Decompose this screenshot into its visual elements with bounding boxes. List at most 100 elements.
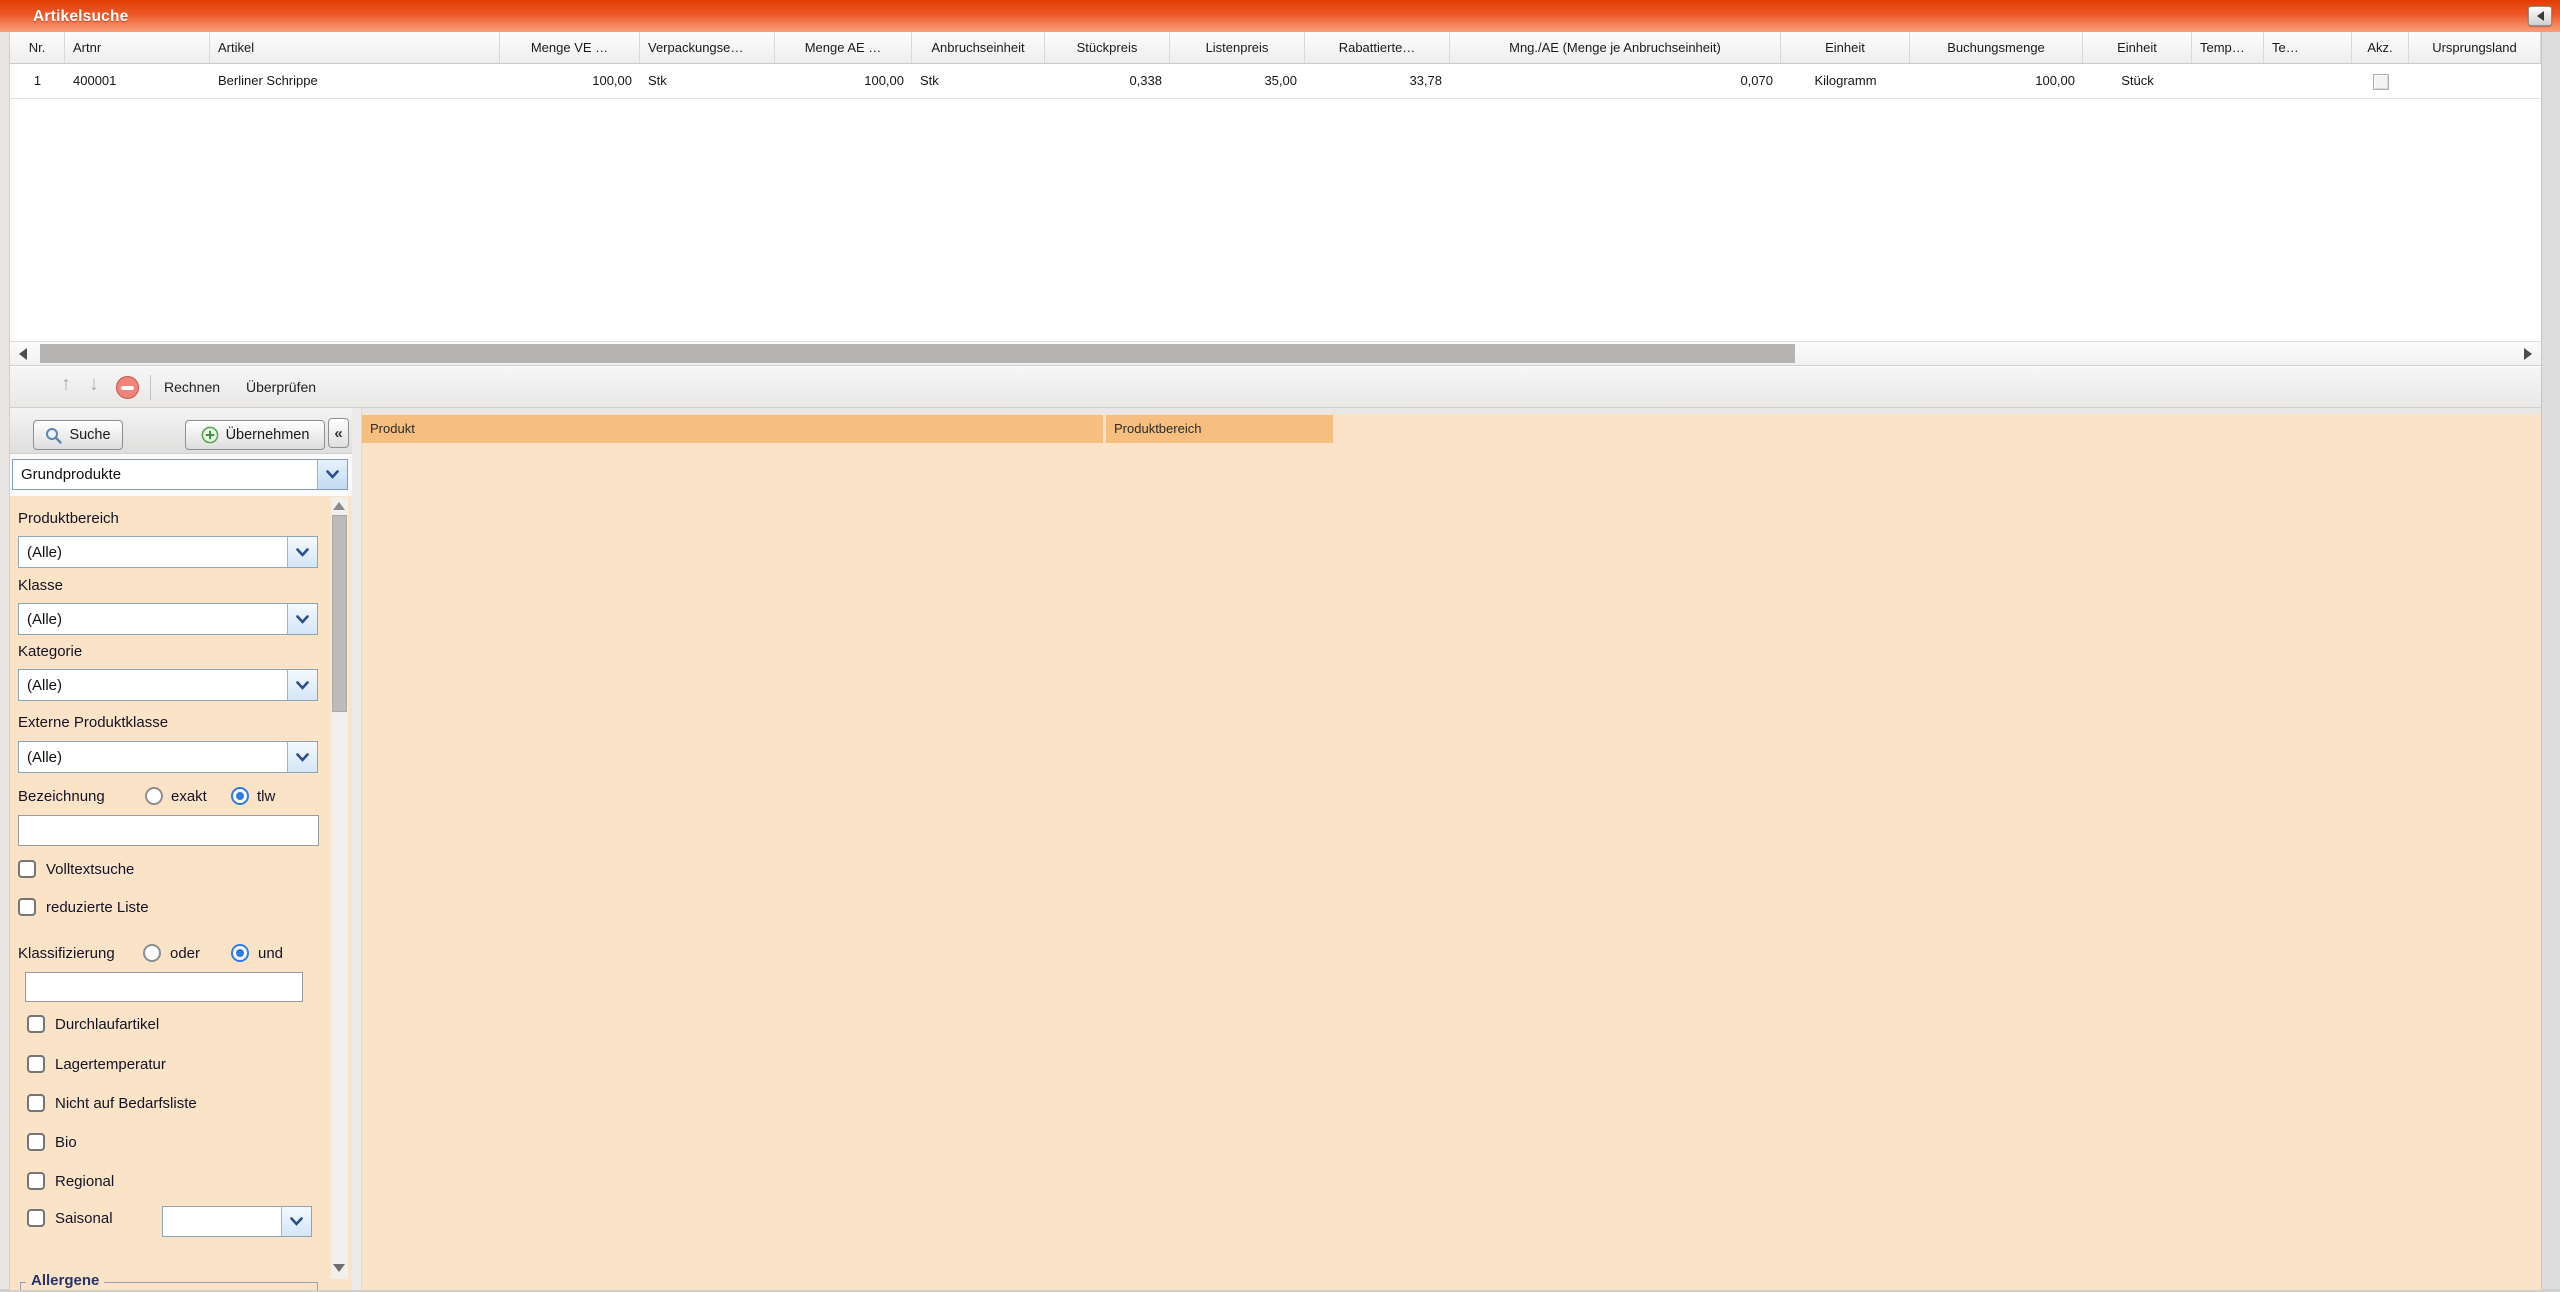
collapse-panel-button[interactable]: « <box>328 418 349 448</box>
window-title: Artikelsuche <box>33 8 128 26</box>
volltextsuche-checkbox[interactable] <box>18 860 36 878</box>
dropdown-button[interactable] <box>287 742 317 772</box>
column-header-artnr[interactable]: Artnr <box>65 32 210 63</box>
column-header-listenpreis[interactable]: Listenpreis <box>1170 32 1305 63</box>
saisonal-checkbox[interactable] <box>27 1209 45 1227</box>
saisonal-select[interactable] <box>162 1206 312 1237</box>
plus-circle-icon <box>201 426 219 444</box>
column-header-rabattierte[interactable]: Rabattierte… <box>1305 32 1450 63</box>
column-header-artikel[interactable]: Artikel <box>210 32 500 63</box>
akz-checkbox[interactable] <box>2373 74 2389 90</box>
column-header-mng-ae[interactable]: Mng./AE (Menge je Anbruchseinheit) <box>1450 32 1781 63</box>
results-top-strip <box>362 408 2541 414</box>
dropdown-button[interactable] <box>317 460 347 489</box>
scroll-down-icon <box>333 1264 345 1272</box>
left-triangle-icon <box>2537 11 2544 21</box>
column-header-anbruchseinheit[interactable]: Anbruchseinheit <box>912 32 1045 63</box>
search-scope-row: Grundprodukte <box>10 454 352 496</box>
column-header-verpackungseinheit[interactable]: Verpackungse… <box>640 32 775 63</box>
cell-akz <box>2352 64 2409 98</box>
column-header-temp[interactable]: Temp… <box>2192 32 2264 63</box>
arrow-up-icon: ↑ <box>61 373 71 395</box>
artikelsuche-window: Artikelsuche Nr.ArtnrArtikelMenge VE …Ve… <box>0 0 2560 1292</box>
chevron-down-icon <box>296 548 309 557</box>
column-header-menge-ve[interactable]: Menge VE … <box>500 32 640 63</box>
move-up-button[interactable]: ↑ <box>54 373 78 396</box>
radio-oder[interactable] <box>143 944 161 962</box>
column-header-menge-ae[interactable]: Menge AE … <box>775 32 912 63</box>
regional-checkbox[interactable] <box>27 1172 45 1190</box>
cell-einheit-1: Kilogramm <box>1781 64 1910 98</box>
klasse-select[interactable]: (Alle) <box>18 603 318 635</box>
scroll-left-button[interactable] <box>12 342 34 365</box>
dropdown-button[interactable] <box>281 1207 311 1236</box>
column-header-einheit-2[interactable]: Einheit <box>2083 32 2192 63</box>
cell-menge-ae: 100,00 <box>775 64 912 98</box>
cell-einheit-2: Stück <box>2083 64 2192 98</box>
kategorie-select[interactable]: (Alle) <box>18 669 318 701</box>
suche-button-label: Suche <box>69 427 110 443</box>
column-header-stueckpreis[interactable]: Stückpreis <box>1045 32 1170 63</box>
cell-ursprungsland <box>2409 64 2541 98</box>
window-collapse-button[interactable] <box>2528 6 2552 26</box>
column-header-akz[interactable]: Akz. <box>2352 32 2409 63</box>
horizontal-scrollbar-thumb[interactable] <box>40 344 1795 363</box>
cell-temp <box>2192 64 2264 98</box>
radio-tlw[interactable] <box>231 787 249 805</box>
reduzierte-liste-checkbox[interactable] <box>18 898 36 916</box>
bio-label: Bio <box>55 1134 77 1151</box>
klassifizierung-input[interactable] <box>25 972 303 1002</box>
cell-anbruchseinheit: Stk <box>912 64 1045 98</box>
nicht-auf-bedarfsliste-checkbox[interactable] <box>27 1094 45 1112</box>
radio-exakt[interactable] <box>145 787 163 805</box>
cell-te <box>2264 64 2352 98</box>
klassifizierung-label: Klassifizierung <box>18 945 115 962</box>
cell-stueckpreis: 0,338 <box>1045 64 1170 98</box>
regional-label: Regional <box>55 1173 114 1190</box>
column-header-te[interactable]: Te… <box>2264 32 2352 63</box>
reduzierte-liste-label: reduzierte Liste <box>46 899 149 916</box>
panel-separator <box>352 408 362 1290</box>
filter-scrollbar-thumb[interactable] <box>332 515 347 712</box>
column-header-nr[interactable]: Nr. <box>10 32 65 63</box>
column-header-einheit-1[interactable]: Einheit <box>1781 32 1910 63</box>
ueberpruefen-button[interactable]: Überprüfen <box>238 373 324 402</box>
bio-checkbox[interactable] <box>27 1133 45 1151</box>
search-icon <box>45 427 62 444</box>
search-panel-header: Suche Übernehmen « <box>10 408 352 454</box>
column-header-buchungsmenge[interactable]: Buchungsmenge <box>1910 32 2083 63</box>
article-results-table: Nr.ArtnrArtikelMenge VE …Verpackungse…Me… <box>10 32 2541 341</box>
externe-produktklasse-select[interactable]: (Alle) <box>18 741 318 773</box>
cell-menge-ve: 100,00 <box>500 64 640 98</box>
cell-nr: 1 <box>10 64 65 98</box>
lagertemperatur-checkbox[interactable] <box>27 1055 45 1073</box>
scroll-right-button[interactable] <box>2517 342 2539 365</box>
table-row[interactable]: 1400001Berliner Schrippe100,00Stk100,00S… <box>10 64 2541 99</box>
produktbereich-select[interactable]: (Alle) <box>18 536 318 568</box>
filter-vertical-scrollbar[interactable] <box>331 497 348 1279</box>
horizontal-scrollbar[interactable] <box>10 341 2541 366</box>
radio-und[interactable] <box>231 944 249 962</box>
durchlaufartikel-checkbox[interactable] <box>27 1015 45 1033</box>
window-titlebar: Artikelsuche <box>0 0 2560 32</box>
lagertemperatur-label: Lagertemperatur <box>55 1056 166 1073</box>
move-down-button[interactable]: ↓ <box>82 373 106 396</box>
chevron-down-icon <box>296 681 309 690</box>
produktbereich-column-header[interactable]: Produktbereich <box>1106 415 1333 443</box>
rechnen-button[interactable]: Rechnen <box>156 373 228 402</box>
chevron-down-icon <box>296 615 309 624</box>
uebernehmen-button-label: Übernehmen <box>226 427 310 443</box>
search-scope-select[interactable]: Grundprodukte <box>12 459 348 490</box>
remove-row-button[interactable] <box>116 376 139 399</box>
column-header-ursprungsland[interactable]: Ursprungsland <box>2409 32 2541 63</box>
bezeichnung-input[interactable] <box>18 815 319 846</box>
dropdown-button[interactable] <box>287 537 317 567</box>
dropdown-button[interactable] <box>287 670 317 700</box>
search-scope-value: Grundprodukte <box>21 460 121 489</box>
uebernehmen-button[interactable]: Übernehmen <box>185 420 325 450</box>
produkt-column-header[interactable]: Produkt <box>362 415 1103 443</box>
klasse-label: Klasse <box>18 577 63 594</box>
radio-oder-label: oder <box>170 945 200 962</box>
suche-button[interactable]: Suche <box>33 420 123 450</box>
dropdown-button[interactable] <box>287 604 317 634</box>
